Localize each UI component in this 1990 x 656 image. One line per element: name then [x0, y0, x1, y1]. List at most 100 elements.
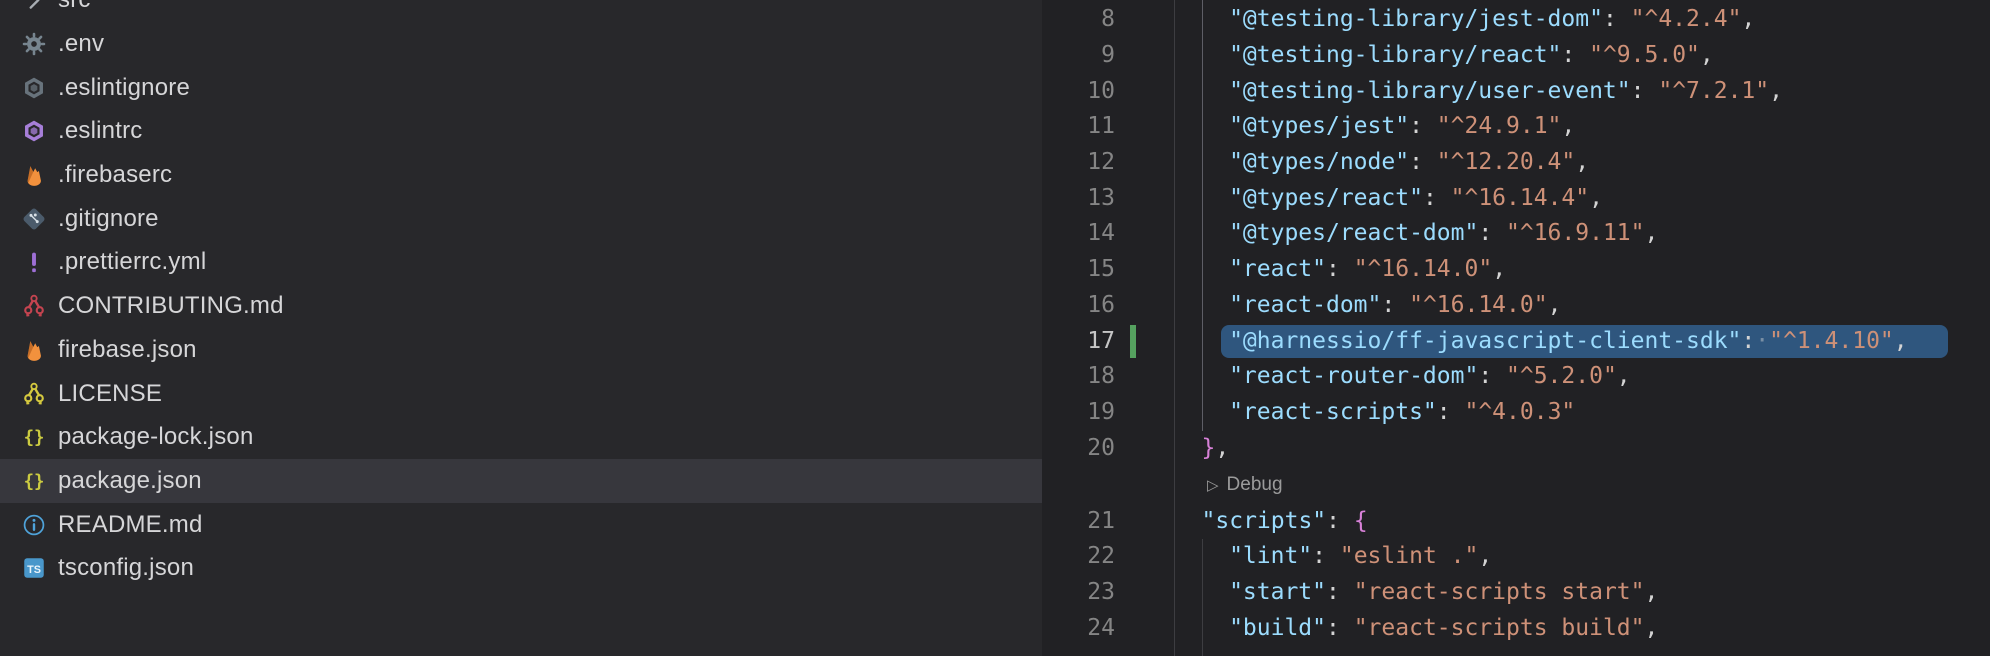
code-line-19[interactable]: 19 "react-scripts": "^4.0.3" [1042, 395, 1990, 431]
line-number: 24 [1042, 611, 1115, 647]
codelens-label: Debug [1227, 474, 1283, 495]
code-line-14[interactable]: 14 "@types/react-dom": "^16.9.11", [1042, 216, 1990, 252]
line-number: 18 [1042, 359, 1115, 395]
ts-icon: TS [21, 555, 47, 581]
file-name: package-lock.json [58, 415, 254, 459]
code-text: "react": "^16.14.0", [1229, 252, 1506, 288]
sidebar-item-firebaserc[interactable]: .firebaserc [0, 153, 1042, 197]
line-number: 14 [1042, 216, 1115, 252]
code-line-24[interactable]: 24 "build": "react-scripts build", [1042, 611, 1990, 647]
code-line-12[interactable]: 12 "@types/node": "^12.20.4", [1042, 145, 1990, 181]
code-line-13[interactable]: 13 "@types/react": "^16.14.4", [1042, 181, 1990, 217]
file-name: .eslintignore [58, 66, 190, 110]
code-text: "lint": "eslint .", [1229, 539, 1492, 575]
code-line-21[interactable]: 21 "scripts": { [1042, 504, 1990, 540]
code-text: "@testing-library/jest-dom": "^4.2.4", [1229, 2, 1755, 38]
sidebar-item-prettierrc-yml[interactable]: .prettierrc.yml [0, 240, 1042, 284]
file-name: .firebaserc [58, 153, 172, 197]
code-line-10[interactable]: 10 "@testing-library/user-event": "^7.2.1… [1042, 74, 1990, 110]
line-number: 19 [1042, 395, 1115, 431]
code-text: "build": "react-scripts build", [1229, 611, 1658, 647]
code-line-18[interactable]: 18 "react-router-dom": "^5.2.0", [1042, 359, 1990, 395]
code-text: "react-dom": "^16.14.0", [1229, 288, 1561, 324]
code-text: }, [1202, 431, 1230, 467]
code-line-20[interactable]: 20}, [1042, 431, 1990, 467]
git-added-indicator [1130, 325, 1136, 359]
code-editor[interactable]: 7"dependencies": {8"@testing-library/jes… [1042, 0, 1990, 656]
prettier-icon [21, 249, 47, 275]
code-text: "start": "react-scripts start", [1229, 575, 1658, 611]
file-name: LICENSE [58, 372, 162, 416]
file-name: README.md [58, 503, 203, 547]
line-number: 12 [1042, 145, 1115, 181]
sidebar-item-contributing-md[interactable]: CONTRIBUTING.md [0, 284, 1042, 328]
line-number: 8 [1042, 2, 1115, 38]
file-name: tsconfig.json [58, 546, 194, 590]
keys-icon [21, 381, 47, 407]
sidebar-item-package-json[interactable]: {} package.json [0, 459, 1042, 503]
sidebar-item-package-lock-json[interactable]: {} package-lock.json [0, 415, 1042, 459]
sidebar-item-src[interactable]: src [0, 0, 1042, 22]
line-number: 22 [1042, 539, 1115, 575]
line-number: 21 [1042, 504, 1115, 540]
line-number: 16 [1042, 288, 1115, 324]
code-text: "@types/jest": "^24.9.1", [1229, 109, 1575, 145]
code-text: "@testing-library/react": "^9.5.0", [1229, 38, 1714, 74]
sidebar-item-env[interactable]: .env [0, 22, 1042, 66]
code-text: "@harnessio/ff-javascript-client-sdk":·"… [1229, 324, 1908, 360]
code-text: "@testing-library/user-event": "^7.2.1", [1229, 74, 1783, 110]
sidebar-item-eslintignore[interactable]: .eslintignore [0, 66, 1042, 110]
codelens-debug-link[interactable]: ▷ Debug [1207, 466, 1283, 503]
code-text: "scripts": { [1202, 504, 1368, 540]
sidebar-item-gitignore[interactable]: .gitignore [0, 197, 1042, 241]
line-number: 11 [1042, 109, 1115, 145]
line-number: 13 [1042, 181, 1115, 217]
code-line-15[interactable]: 15 "react": "^16.14.0", [1042, 252, 1990, 288]
svg-text:TS: TS [27, 564, 41, 576]
code-line-17[interactable]: 17 "@harnessio/ff-javascript-client-sdk":… [1042, 324, 1990, 360]
file-name: package.json [58, 459, 202, 503]
code-line-11[interactable]: 11 "@types/jest": "^24.9.1", [1042, 109, 1990, 145]
file-name: .eslintrc [58, 109, 143, 153]
gear-icon [21, 31, 47, 57]
code-line-9[interactable]: 9 "@testing-library/react": "^9.5.0", [1042, 38, 1990, 74]
eslint-icon [21, 75, 47, 101]
svg-text:{}: {} [24, 428, 45, 448]
file-name: .gitignore [58, 197, 159, 241]
firebase-icon [21, 337, 47, 363]
firebase-icon [21, 162, 47, 188]
sidebar-item-firebase-json[interactable]: firebase.json [0, 328, 1042, 372]
file-name: CONTRIBUTING.md [58, 284, 284, 328]
code-text: "react-router-dom": "^5.2.0", [1229, 359, 1631, 395]
code-line-16[interactable]: 16 "react-dom": "^16.14.0", [1042, 288, 1990, 324]
code-line-8[interactable]: 8 "@testing-library/jest-dom": "^4.2.4", [1042, 2, 1990, 38]
code-text: "react-scripts": "^4.0.3" [1229, 395, 1575, 431]
chevron-right-icon [21, 0, 47, 13]
eslint-icon [21, 118, 47, 144]
code-line-23[interactable]: 23 "start": "react-scripts start", [1042, 575, 1990, 611]
braces-icon: {} [21, 424, 47, 450]
sidebar-item-eslintrc[interactable]: .eslintrc [0, 109, 1042, 153]
keys-icon [21, 293, 47, 319]
file-name: src [58, 0, 91, 22]
line-number: 9 [1042, 38, 1115, 74]
line-number: 15 [1042, 252, 1115, 288]
info-icon [21, 512, 47, 538]
file-name: firebase.json [58, 328, 197, 372]
sidebar-item-readme-md[interactable]: README.md [0, 503, 1042, 547]
file-name: .env [58, 22, 104, 66]
sidebar-item-license[interactable]: LICENSE [0, 372, 1042, 416]
line-number: 17 [1042, 324, 1115, 360]
line-number: 23 [1042, 575, 1115, 611]
code-line-22[interactable]: 22 "lint": "eslint .", [1042, 539, 1990, 575]
file-name: .prettierrc.yml [58, 240, 206, 284]
git-icon [21, 206, 47, 232]
code-text: "@types/node": "^12.20.4", [1229, 145, 1589, 181]
svg-text:{}: {} [24, 472, 45, 492]
code-text: "@types/react": "^16.14.4", [1229, 181, 1603, 217]
play-outline-icon: ▷ [1207, 477, 1219, 494]
sidebar-item-tsconfig-json[interactable]: TS tsconfig.json [0, 546, 1042, 590]
line-number: 20 [1042, 431, 1115, 467]
line-number: 10 [1042, 74, 1115, 110]
code-text: "@types/react-dom": "^16.9.11", [1229, 216, 1658, 252]
